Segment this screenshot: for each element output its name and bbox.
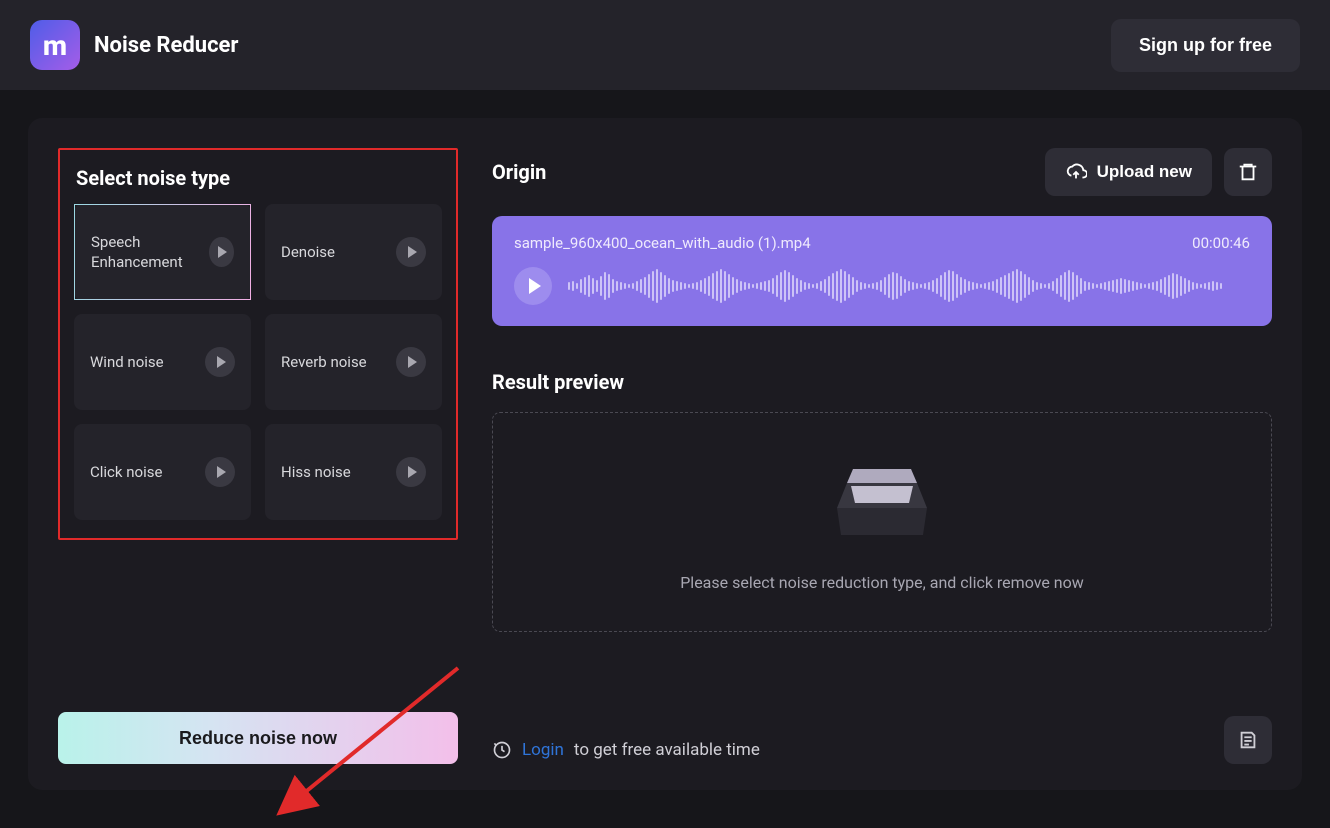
- noise-type-highlight-box: Select noise type Speech Enhancement Den…: [58, 148, 458, 540]
- noise-label: Denoise: [281, 242, 335, 262]
- signup-button[interactable]: Sign up for free: [1111, 19, 1300, 72]
- app-logo-icon: m: [30, 20, 80, 70]
- reduce-noise-button[interactable]: Reduce noise now: [58, 712, 458, 764]
- noise-card-denoise[interactable]: Denoise: [265, 204, 442, 300]
- noise-card-wind-noise[interactable]: Wind noise: [74, 314, 251, 410]
- footer-text: to get free available time: [574, 740, 760, 760]
- play-icon[interactable]: [205, 457, 235, 487]
- noise-label: Wind noise: [90, 352, 164, 372]
- play-icon[interactable]: [396, 347, 426, 377]
- upload-label: Upload new: [1097, 162, 1192, 182]
- result-placeholder-msg: Please select noise reduction type, and …: [680, 573, 1084, 592]
- origin-audio-box: sample_960x400_ocean_with_audio (1).mp4 …: [492, 216, 1272, 326]
- delete-button[interactable]: [1224, 148, 1272, 196]
- audio-duration: 00:00:46: [1192, 234, 1250, 252]
- app-header: m Noise Reducer Sign up for free: [0, 0, 1330, 90]
- app-title: Noise Reducer: [94, 33, 239, 58]
- result-title: Result preview: [492, 370, 1272, 394]
- audio-filename: sample_960x400_ocean_with_audio (1).mp4: [514, 234, 811, 252]
- play-icon[interactable]: [396, 237, 426, 267]
- play-icon[interactable]: [209, 237, 234, 267]
- origin-header-row: Origin Upload new: [492, 148, 1272, 196]
- noise-label: Speech Enhancement: [91, 232, 209, 273]
- noise-label: Click noise: [90, 462, 162, 482]
- login-link[interactable]: Login: [522, 740, 564, 760]
- play-audio-button[interactable]: [514, 267, 552, 305]
- noise-type-grid: Speech Enhancement Denoise Wind noise Re…: [74, 204, 442, 520]
- feedback-button[interactable]: [1224, 716, 1272, 764]
- upload-icon: [1065, 161, 1087, 183]
- audio-wave-row: [514, 266, 1250, 306]
- noise-label: Reverb noise: [281, 352, 367, 372]
- noise-card-speech-enhancement[interactable]: Speech Enhancement: [74, 204, 251, 300]
- trash-icon: [1237, 161, 1259, 183]
- noise-type-title: Select noise type: [76, 166, 442, 190]
- clock-refresh-icon: [492, 740, 512, 760]
- right-panel: Origin Upload new sample_960x40: [492, 148, 1272, 764]
- note-edit-icon: [1237, 729, 1259, 751]
- noise-card-reverb-noise[interactable]: Reverb noise: [265, 314, 442, 410]
- footer-row: Login to get free available time: [492, 740, 1272, 760]
- noise-label: Hiss noise: [281, 462, 351, 482]
- empty-tray-icon: [827, 453, 937, 543]
- left-panel: Select noise type Speech Enhancement Den…: [58, 148, 458, 764]
- result-placeholder-box: Please select noise reduction type, and …: [492, 412, 1272, 632]
- origin-actions: Upload new: [1045, 148, 1272, 196]
- upload-new-button[interactable]: Upload new: [1045, 148, 1212, 196]
- play-icon[interactable]: [205, 347, 235, 377]
- header-left: m Noise Reducer: [30, 20, 239, 70]
- origin-title: Origin: [492, 160, 546, 184]
- audio-waveform[interactable]: [568, 266, 1250, 306]
- audio-meta-row: sample_960x400_ocean_with_audio (1).mp4 …: [514, 234, 1250, 252]
- main-card: Select noise type Speech Enhancement Den…: [28, 118, 1302, 790]
- play-icon[interactable]: [396, 457, 426, 487]
- noise-card-hiss-noise[interactable]: Hiss noise: [265, 424, 442, 520]
- noise-card-click-noise[interactable]: Click noise: [74, 424, 251, 520]
